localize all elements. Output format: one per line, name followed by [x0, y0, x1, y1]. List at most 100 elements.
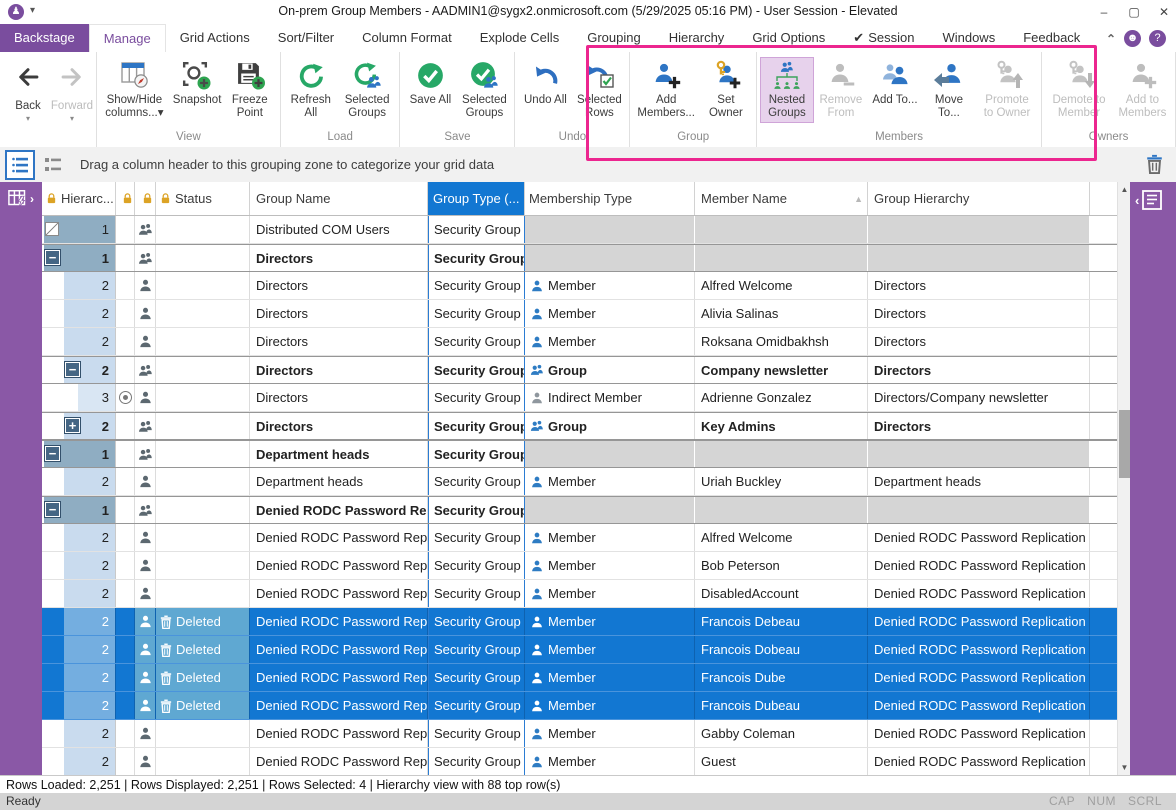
grid-corner-button[interactable]: › [0, 182, 42, 215]
table-row[interactable]: 2DeletedDenied RODC Password Replication… [42, 636, 1117, 664]
back-button[interactable]: Back▾ [6, 56, 50, 147]
set-owner-button[interactable]: Set Owner [699, 57, 753, 123]
add-to-members-button[interactable]: Add to Members [1113, 57, 1172, 123]
table-row[interactable]: 2Denied RODC Password Replication GroupS… [42, 552, 1117, 580]
expand-toggle[interactable]: + [65, 418, 80, 433]
row-type-cell [135, 413, 156, 439]
refresh-all-button[interactable]: Refresh All [284, 57, 338, 123]
table-row[interactable]: 2Denied RODC Password Replication GroupS… [42, 524, 1117, 552]
undo-selected-rows-button[interactable]: Selected Rows [572, 57, 626, 123]
remove-from-button[interactable]: Remove From [814, 57, 868, 123]
tab-explode-cells[interactable]: Explode Cells [466, 24, 574, 52]
tab-session[interactable]: ✔Session [839, 24, 928, 52]
status-cell: Deleted [156, 692, 250, 719]
collapse-toggle[interactable]: − [45, 446, 60, 461]
column-header-member-name[interactable]: Member Name▲ [695, 182, 868, 215]
add-members-button[interactable]: Add Members... [633, 57, 699, 123]
ribbon-tab-bar: Backstage Manage Grid Actions Sort/Filte… [0, 24, 1176, 52]
collapse-toggle[interactable]: − [45, 250, 60, 265]
refresh-selected-groups-button[interactable]: Selected Groups [338, 57, 397, 123]
snapshot-button[interactable]: Snapshot [169, 57, 223, 110]
hierarchy-level: 2 [64, 300, 115, 327]
hierarchy-view-toggle[interactable] [5, 150, 35, 180]
table-row[interactable]: 2DirectorsSecurity GroupMemberRoksana Om… [42, 328, 1117, 356]
vertical-scrollbar[interactable]: ▲ ▼ [1117, 182, 1131, 775]
member-name-cell: Bob Peterson [695, 552, 868, 579]
right-side-panel[interactable]: ‹ [1130, 182, 1176, 775]
column-header-membership-type[interactable]: Membership Type [525, 182, 695, 215]
collapse-ribbon-icon[interactable]: ⌃ [1106, 32, 1116, 46]
save-selected-groups-button[interactable]: Selected Groups [457, 57, 511, 123]
table-row[interactable]: 2Denied RODC Password Replication GroupS… [42, 748, 1117, 775]
scrollbar-thumb[interactable] [1119, 410, 1130, 478]
minimize-button[interactable]: – [1090, 0, 1118, 24]
table-row[interactable]: 2+DirectorsSecurity GroupGroupKey Admins… [42, 412, 1117, 440]
column-header-group-type[interactable]: Group Type (... [428, 182, 525, 215]
table-row[interactable]: 1−DirectorsSecurity Group [42, 244, 1117, 272]
indirect-cell [116, 413, 135, 439]
member-name-cell: Francois Dubeau [695, 692, 868, 719]
keyboard-indicators: CAPNUMSCRL [1037, 793, 1162, 810]
tab-backstage[interactable]: Backstage [0, 24, 89, 52]
show-hide-columns-button[interactable]: Show/Hide columns...▾ [100, 57, 169, 123]
hierarchy-cell: 2− [42, 357, 116, 383]
table-row[interactable]: 1Distributed COM UsersSecurity Group [42, 216, 1117, 244]
column-header-rowtype[interactable] [135, 182, 156, 215]
add-to-button[interactable]: Add To... [868, 57, 922, 110]
table-row[interactable]: 1−Department headsSecurity Group [42, 440, 1117, 468]
maximize-button[interactable]: ▢ [1120, 0, 1148, 24]
column-header-status[interactable]: Status [156, 182, 250, 215]
table-row[interactable]: 2Department headsSecurity GroupMemberUri… [42, 468, 1117, 496]
member-name-cell: Key Admins [695, 413, 868, 439]
column-header-group-hierarchy[interactable]: Group Hierarchy [868, 182, 1090, 215]
trash-icon [160, 643, 172, 657]
grouping-zone[interactable]: Drag a column header to this grouping zo… [0, 147, 1176, 183]
trash-icon[interactable] [1146, 154, 1163, 174]
tab-hierarchy[interactable]: Hierarchy [655, 24, 739, 52]
tab-column-format[interactable]: Column Format [348, 24, 466, 52]
help-icon[interactable]: ? [1149, 30, 1166, 47]
save-all-button[interactable]: Save All [403, 57, 457, 110]
remove-from-icon [825, 60, 857, 90]
column-header-indirect[interactable] [116, 182, 135, 215]
tab-manage[interactable]: Manage [89, 24, 166, 52]
table-row[interactable]: 2DirectorsSecurity GroupMemberAlivia Sal… [42, 300, 1117, 328]
person-icon [138, 670, 153, 685]
tab-feedback[interactable]: Feedback [1009, 24, 1094, 52]
demote-to-member-button[interactable]: Demote to Member [1045, 57, 1113, 123]
table-row[interactable]: 2DeletedDenied RODC Password Replication… [42, 664, 1117, 692]
promote-to-owner-button[interactable]: Promote to Owner [976, 57, 1038, 123]
close-button[interactable]: ✕ [1150, 0, 1176, 24]
column-header-group-name[interactable]: Group Name [250, 182, 428, 215]
freeze-point-button[interactable]: Freeze Point [223, 57, 277, 123]
move-to-button[interactable]: Move To... [922, 57, 976, 123]
tab-windows[interactable]: Windows [928, 24, 1009, 52]
membership-type-cell: Member [525, 608, 695, 635]
tab-grouping[interactable]: Grouping [573, 24, 654, 52]
nested-groups-button[interactable]: Nested Groups [760, 57, 814, 123]
table-row[interactable]: 2Denied RODC Password Replication GroupS… [42, 580, 1117, 608]
tab-grid-options[interactable]: Grid Options [738, 24, 839, 52]
table-row[interactable]: 2Denied RODC Password Replication GroupS… [42, 720, 1117, 748]
table-row[interactable]: 3DirectorsSecurity GroupIndirect MemberA… [42, 384, 1117, 412]
collapse-toggle[interactable]: − [65, 362, 80, 377]
table-row[interactable]: 2DirectorsSecurity GroupMemberAlfred Wel… [42, 272, 1117, 300]
group-hierarchy-cell: Denied RODC Password Replication Group [868, 692, 1090, 719]
ribbon-group-undo: Undo All Selected Rows Undo [515, 52, 630, 147]
contact-icon[interactable]: ☻ [1124, 30, 1141, 47]
table-row[interactable]: 2−DirectorsSecurity GroupGroupCompany ne… [42, 356, 1117, 384]
undo-all-button[interactable]: Undo All [518, 57, 572, 110]
flat-view-toggle[interactable] [40, 152, 66, 178]
table-row[interactable]: 1−Denied RODC Password Replication Group… [42, 496, 1117, 524]
hierarchy-cell: 2 [42, 300, 116, 327]
table-row[interactable]: 2DeletedDenied RODC Password Replication… [42, 692, 1117, 720]
forward-button[interactable]: Forward▾ [50, 56, 94, 147]
tab-grid-actions[interactable]: Grid Actions [166, 24, 264, 52]
app-status-bar: Ready CAPNUMSCRL [0, 793, 1176, 810]
panel-expand-tab[interactable]: ‹ [1130, 182, 1176, 210]
tab-sort-filter[interactable]: Sort/Filter [264, 24, 348, 52]
hierarchy-cell: 2 [42, 636, 116, 663]
table-row[interactable]: 2DeletedDenied RODC Password Replication… [42, 608, 1117, 636]
column-header-hierarchy[interactable]: Hierarc... [42, 182, 116, 215]
collapse-toggle[interactable]: − [45, 502, 60, 517]
